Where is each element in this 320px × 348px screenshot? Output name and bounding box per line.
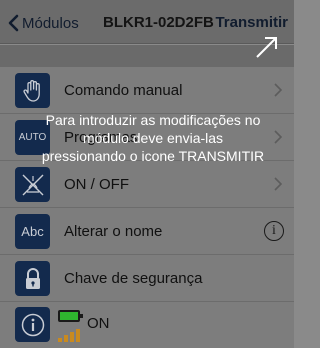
chevron-right-icon: [274, 130, 282, 144]
status-state-label: ON: [87, 315, 110, 332]
menu-item-security-key[interactable]: Chave de segurança: [0, 255, 294, 302]
module-menu-list: Comando manual AUTO Programas ON / OFF A…: [0, 67, 294, 348]
hand-icon: [15, 73, 50, 108]
menu-item-label: Alterar o nome: [64, 223, 163, 240]
tutorial-overlay-message: Para introduzir as modificações no módul…: [41, 112, 265, 164]
page-title: BLKR1-02D2FB: [103, 14, 214, 31]
info-icon[interactable]: [15, 307, 50, 342]
menu-item-label: ON / OFF: [64, 176, 129, 193]
transmit-button[interactable]: Transmitir: [215, 14, 288, 31]
info-icon[interactable]: i: [264, 221, 284, 241]
lock-icon: [15, 261, 50, 296]
menu-item-rename[interactable]: Abc Alterar o nome i: [0, 208, 294, 255]
navigation-bar: Módulos BLKR1-02D2FB Transmitir: [0, 0, 294, 44]
chevron-left-icon: [8, 14, 19, 32]
abc-icon-text: Abc: [21, 224, 44, 239]
back-button[interactable]: Módulos: [8, 13, 79, 33]
arrow-up-right-icon: [256, 37, 277, 58]
menu-item-label: Chave de segurança: [64, 270, 203, 287]
section-spacer: [0, 45, 294, 67]
abc-icon: Abc: [15, 214, 50, 249]
chevron-right-icon: [274, 83, 282, 97]
menu-item-manual-command[interactable]: Comando manual: [0, 67, 294, 114]
signal-strength-icon: [58, 329, 80, 342]
menu-item-on-off[interactable]: ON / OFF: [0, 161, 294, 208]
module-status-row: ON: [0, 302, 294, 348]
menu-item-label: Comando manual: [64, 82, 183, 99]
chevron-right-icon: [274, 177, 282, 191]
on-off-light-icon: [15, 167, 50, 202]
back-button-label: Módulos: [22, 14, 79, 32]
battery-icon: [58, 310, 83, 322]
